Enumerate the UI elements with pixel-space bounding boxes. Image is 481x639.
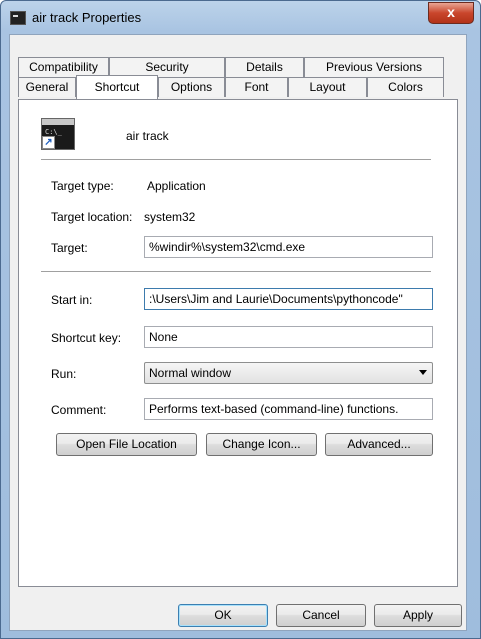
separator xyxy=(41,159,431,160)
shortcut-name: air track xyxy=(126,129,169,143)
close-button[interactable]: x xyxy=(428,2,474,24)
shortcut-key-label: Shortcut key: xyxy=(51,331,122,345)
advanced-button[interactable]: Advanced... xyxy=(325,433,433,456)
tab-colors[interactable]: Colors xyxy=(367,77,444,97)
tab-details[interactable]: Details xyxy=(225,57,304,77)
tab-security[interactable]: Security xyxy=(109,57,225,77)
start-in-input[interactable]: :\Users\Jim and Laurie\Documents\pythonc… xyxy=(144,288,433,310)
tab-options[interactable]: Options xyxy=(158,77,225,97)
chevron-down-icon xyxy=(419,370,427,375)
shortcut-key-input[interactable]: None xyxy=(144,326,433,348)
target-location-label: Target location: xyxy=(51,210,133,224)
tab-previous-versions[interactable]: Previous Versions xyxy=(304,57,444,77)
target-type-label: Target type: xyxy=(51,179,114,193)
separator xyxy=(41,271,431,272)
tab-compatibility[interactable]: Compatibility xyxy=(18,57,109,77)
target-location-value: system32 xyxy=(144,210,196,224)
change-icon-button[interactable]: Change Icon... xyxy=(206,433,317,456)
target-input[interactable]: %windir%\system32\cmd.exe xyxy=(144,236,433,258)
run-label: Run: xyxy=(51,367,77,381)
tab-general[interactable]: General xyxy=(18,77,76,97)
console-app-icon xyxy=(10,11,26,25)
run-selected-value: Normal window xyxy=(149,366,232,380)
title-bar[interactable]: air track Properties x xyxy=(1,1,480,35)
apply-button[interactable]: Apply xyxy=(374,604,462,627)
target-type-value: Application xyxy=(147,179,206,193)
target-label: Target: xyxy=(51,241,88,255)
run-select[interactable]: Normal window xyxy=(144,362,433,384)
open-file-location-button[interactable]: Open File Location xyxy=(56,433,197,456)
window-title: air track Properties xyxy=(32,10,142,25)
comment-label: Comment: xyxy=(51,403,107,417)
command-prompt-shortcut-icon: C:\_ ↗ xyxy=(41,118,75,150)
start-in-label: Start in: xyxy=(51,293,93,307)
ok-button[interactable]: OK xyxy=(178,604,268,627)
tab-shortcut[interactable]: Shortcut xyxy=(76,75,158,99)
properties-window: air track Properties x Compatibility Sec… xyxy=(0,0,481,639)
tab-layout[interactable]: Layout xyxy=(288,77,367,97)
tab-font[interactable]: Font xyxy=(225,77,288,97)
cancel-button[interactable]: Cancel xyxy=(276,604,366,627)
comment-input[interactable]: Performs text-based (command-line) funct… xyxy=(144,398,433,420)
